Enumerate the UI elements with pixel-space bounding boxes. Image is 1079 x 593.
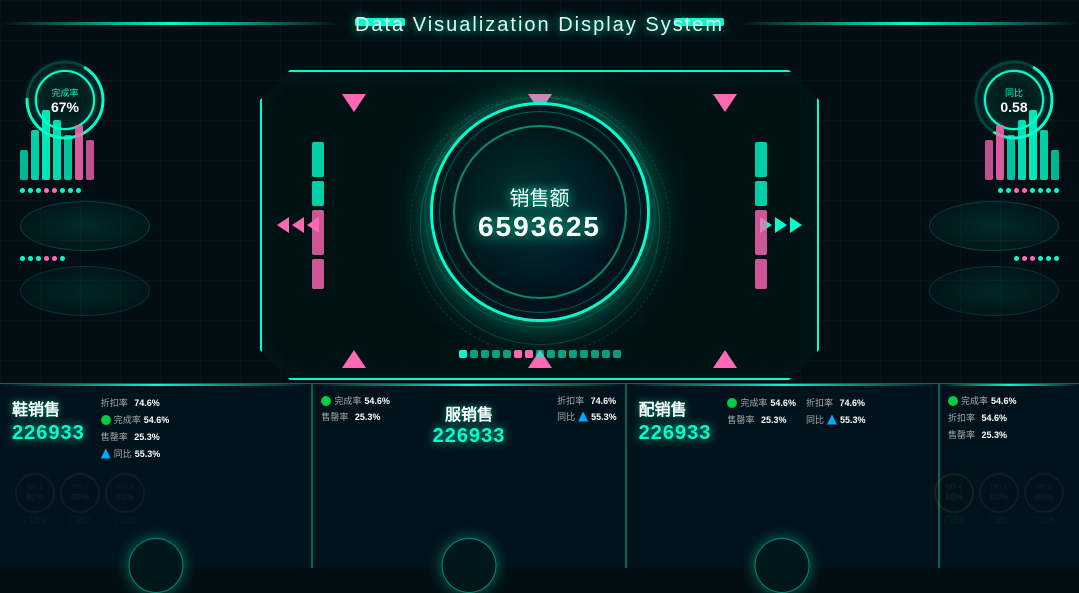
panel-2-value: 226933 (325, 425, 612, 448)
right-cloud2 (929, 266, 1059, 316)
panel-1-bottom-circle (128, 538, 183, 593)
panel-2-sales-rate: 售罄率 25.3% (321, 410, 390, 423)
panel-1-sales-rate: 售罄率 25.3% (101, 430, 170, 443)
triangle-bottom-right (713, 350, 737, 368)
panel-1-title: 鞋销售 (12, 396, 85, 420)
left-side-bars (312, 142, 324, 289)
triangle-bottom-left (342, 350, 366, 368)
panel-1-yoy: 同比 55.3% (101, 447, 170, 460)
panel-3-content: 配销售 226933 完成率 54.6% 售罄率 25.3% 折扣率 74.6% (639, 396, 926, 445)
panel-2-discount: 折扣率 74.6% (557, 394, 617, 407)
progress-row (459, 350, 621, 358)
panel-1-content: 鞋销售 226933 折扣率 74.6% 完成率 54.6% 售罄率 25.3% (12, 396, 299, 460)
left-dot-row2 (20, 256, 170, 261)
panel-1-left: 鞋销售 226933 (12, 396, 85, 445)
panel-clothing: 完成率 54.6% 售罄率 25.3% 服销售 226933 折扣率 74.6%… (312, 383, 625, 568)
panel-1-stats: 折扣率 74.6% 完成率 54.6% 售罄率 25.3% 同比 55.3% (101, 396, 170, 460)
bottom-panels: 鞋销售 226933 折扣率 74.6% 完成率 54.6% 售罄率 25.3% (0, 383, 1079, 568)
panel-shoes: 鞋销售 226933 折扣率 74.6% 完成率 54.6% 售罄率 25.3% (0, 383, 312, 568)
left-bars (20, 110, 180, 180)
right-dot-row2 (909, 256, 1059, 261)
sales-value: 6593625 (478, 211, 601, 243)
right-side-deco (899, 100, 1069, 320)
panel-3-sales-rate: 售罄率 25.3% (727, 413, 796, 426)
header-line-left (0, 22, 340, 25)
panel-1-discount-label: 折扣率 74.6% (101, 396, 170, 409)
center-circle-container: 销售额 6593625 (430, 102, 650, 322)
panel-1-completion: 完成率 54.6% (101, 413, 170, 426)
panel-2-left-stats: 完成率 54.6% 售罄率 25.3% (321, 394, 390, 423)
gauge-label-right: 同比 (1005, 86, 1023, 99)
panel-3-stats: 完成率 54.6% 售罄率 25.3% (727, 396, 796, 426)
panel-partial: 完成率 54.6% 折扣率 54.6% 售罄率 25.3% (939, 383, 1079, 568)
right-bars (899, 110, 1059, 180)
panel-4-sales-rate: 售罄率 25.3% (948, 428, 1071, 441)
right-side-bars (755, 142, 767, 289)
hex-frame: 销售额 6593625 (260, 70, 819, 380)
panel-4-stats: 完成率 54.6% 折扣率 54.6% 售罄率 25.3% (948, 394, 1071, 441)
panel-top-line-3 (627, 384, 938, 386)
right-dot-row (909, 188, 1059, 193)
panel-3-left: 配销售 226933 (639, 396, 712, 445)
triangle-top-right (713, 94, 737, 112)
panel-4-completion: 完成率 54.6% (948, 394, 1071, 407)
panel-2-completion: 完成率 54.6% (321, 394, 390, 407)
header: Data Visualization Display System (0, 0, 1079, 50)
panel-1-value: 226933 (12, 422, 85, 445)
panel-3-completion: 完成率 54.6% (727, 396, 796, 409)
center-circle: 销售额 6593625 (430, 102, 650, 322)
panel-top-line-2 (313, 384, 624, 386)
panel-top-line-1 (0, 384, 311, 386)
panel-3-value: 226933 (639, 422, 712, 445)
center-panel: 销售额 6593625 (200, 50, 879, 380)
panel-3-bottom-circle (755, 538, 810, 593)
left-cloud2 (20, 266, 150, 316)
triangle-top-left (342, 94, 366, 112)
panel-top-line-4 (940, 384, 1079, 386)
panel-accessories: 配销售 226933 完成率 54.6% 售罄率 25.3% 折扣率 74.6% (626, 383, 939, 568)
panel-2-bottom-circle (441, 538, 496, 593)
header-title: Data Visualization Display System (355, 14, 724, 37)
left-dot-row (20, 188, 170, 193)
header-line-right (739, 22, 1079, 25)
panel-4-discount: 折扣率 54.6% (948, 411, 1071, 424)
sales-label: 销售额 (510, 182, 570, 211)
gauge-label-left: 完成率 (51, 86, 78, 99)
panel-3-yoy: 同比 55.3% (806, 413, 866, 426)
left-cloud (20, 201, 150, 251)
panel-3-discount: 折扣率 74.6% (806, 396, 866, 409)
panel-2-right-stats: 折扣率 74.6% 同比 55.3% (557, 394, 617, 423)
right-cloud (929, 201, 1059, 251)
left-side-deco (10, 100, 180, 320)
panel-3-right: 折扣率 74.6% 同比 55.3% (806, 396, 866, 426)
panel-2-yoy: 同比 55.3% (557, 410, 617, 423)
panel-3-title: 配销售 (639, 396, 712, 420)
